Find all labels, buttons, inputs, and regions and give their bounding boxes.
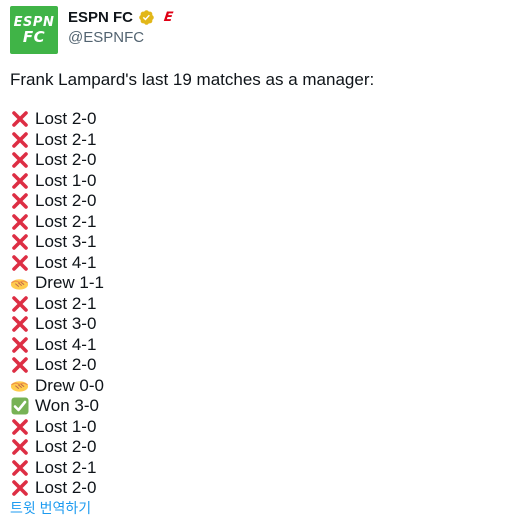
result-item: Lost 2-0	[10, 150, 104, 171]
result-item: Won 3-0	[10, 396, 104, 417]
cross-mark-icon	[10, 335, 29, 354]
cross-mark-icon	[10, 192, 29, 211]
display-name[interactable]: ESPN FC	[68, 9, 133, 26]
cross-mark-icon	[10, 294, 29, 313]
result-item: Lost 2-1	[10, 458, 104, 479]
cross-mark-icon	[10, 253, 29, 272]
result-item: Lost 3-1	[10, 232, 104, 253]
avatar-text-line1: ESPN	[13, 14, 55, 30]
result-item: Lost 2-0	[10, 437, 104, 458]
check-mark-icon	[10, 397, 29, 416]
result-item: Lost 2-0	[10, 478, 104, 499]
cross-mark-icon	[10, 212, 29, 231]
result-item: Lost 1-0	[10, 417, 104, 438]
result-text: Lost 2-0	[35, 478, 97, 497]
result-text: Lost 2-1	[35, 129, 97, 149]
cross-mark-icon	[10, 233, 29, 252]
result-text: Drew 0-0	[35, 375, 104, 395]
result-text: Lost 2-0	[35, 150, 97, 169]
result-item: Lost 4-1	[10, 253, 104, 274]
result-item: Lost 2-1	[10, 130, 104, 151]
results-list: Lost 2-0 Lost 2-1 Lost 2-0 Lost 1-0 Lost…	[10, 109, 104, 499]
result-item: Lost 2-0	[10, 191, 104, 212]
cross-mark-icon	[10, 479, 29, 498]
result-text: Lost 2-1	[35, 457, 97, 477]
result-text: Lost 1-0	[35, 416, 97, 436]
cross-mark-icon	[10, 438, 29, 457]
handshake-icon	[10, 376, 29, 395]
cross-mark-icon	[10, 417, 29, 436]
handshake-icon	[10, 274, 29, 293]
cross-mark-icon	[10, 171, 29, 190]
result-text: Lost 1-0	[35, 170, 97, 190]
result-text: Lost 2-0	[35, 355, 97, 374]
result-item: Lost 3-0	[10, 314, 104, 335]
cross-mark-icon	[10, 130, 29, 149]
result-text: Drew 1-1	[35, 273, 104, 292]
result-item: Lost 2-1	[10, 294, 104, 315]
account-handle[interactable]: @ESPNFC	[68, 29, 144, 46]
result-text: Lost 4-1	[35, 252, 97, 272]
result-item: Drew 1-1	[10, 273, 104, 294]
cross-mark-icon	[10, 315, 29, 334]
account-name-row: ESPN FC E	[68, 9, 174, 26]
result-item: Lost 2-1	[10, 212, 104, 233]
tweet-intro-text: Frank Lampard's last 19 matches as a man…	[10, 70, 375, 89]
affiliate-badge-icon[interactable]: E	[163, 10, 174, 25]
cross-mark-icon	[10, 356, 29, 375]
result-item: Lost 2-0	[10, 355, 104, 376]
cross-mark-icon	[10, 151, 29, 170]
translate-tweet-link[interactable]: 트윗 번역하기	[10, 498, 91, 518]
result-text: Lost 3-0	[35, 314, 97, 333]
account-avatar[interactable]: ESPN FC	[10, 6, 58, 54]
result-text: Lost 3-1	[35, 232, 97, 251]
result-text: Lost 2-0	[35, 191, 97, 210]
result-text: Lost 4-1	[35, 334, 97, 354]
verified-badge-icon	[138, 9, 155, 26]
avatar-text-line2: FC	[22, 27, 46, 46]
result-text: Lost 2-1	[35, 293, 97, 313]
result-item: Drew 0-0	[10, 376, 104, 397]
result-item: Lost 1-0	[10, 171, 104, 192]
cross-mark-icon	[10, 110, 29, 129]
result-text: Lost 2-0	[35, 437, 97, 456]
result-text: Lost 2-0	[35, 109, 97, 128]
result-item: Lost 4-1	[10, 335, 104, 356]
result-text: Lost 2-1	[35, 211, 97, 231]
result-text: Won 3-0	[35, 396, 99, 415]
cross-mark-icon	[10, 458, 29, 477]
result-item: Lost 2-0	[10, 109, 104, 130]
